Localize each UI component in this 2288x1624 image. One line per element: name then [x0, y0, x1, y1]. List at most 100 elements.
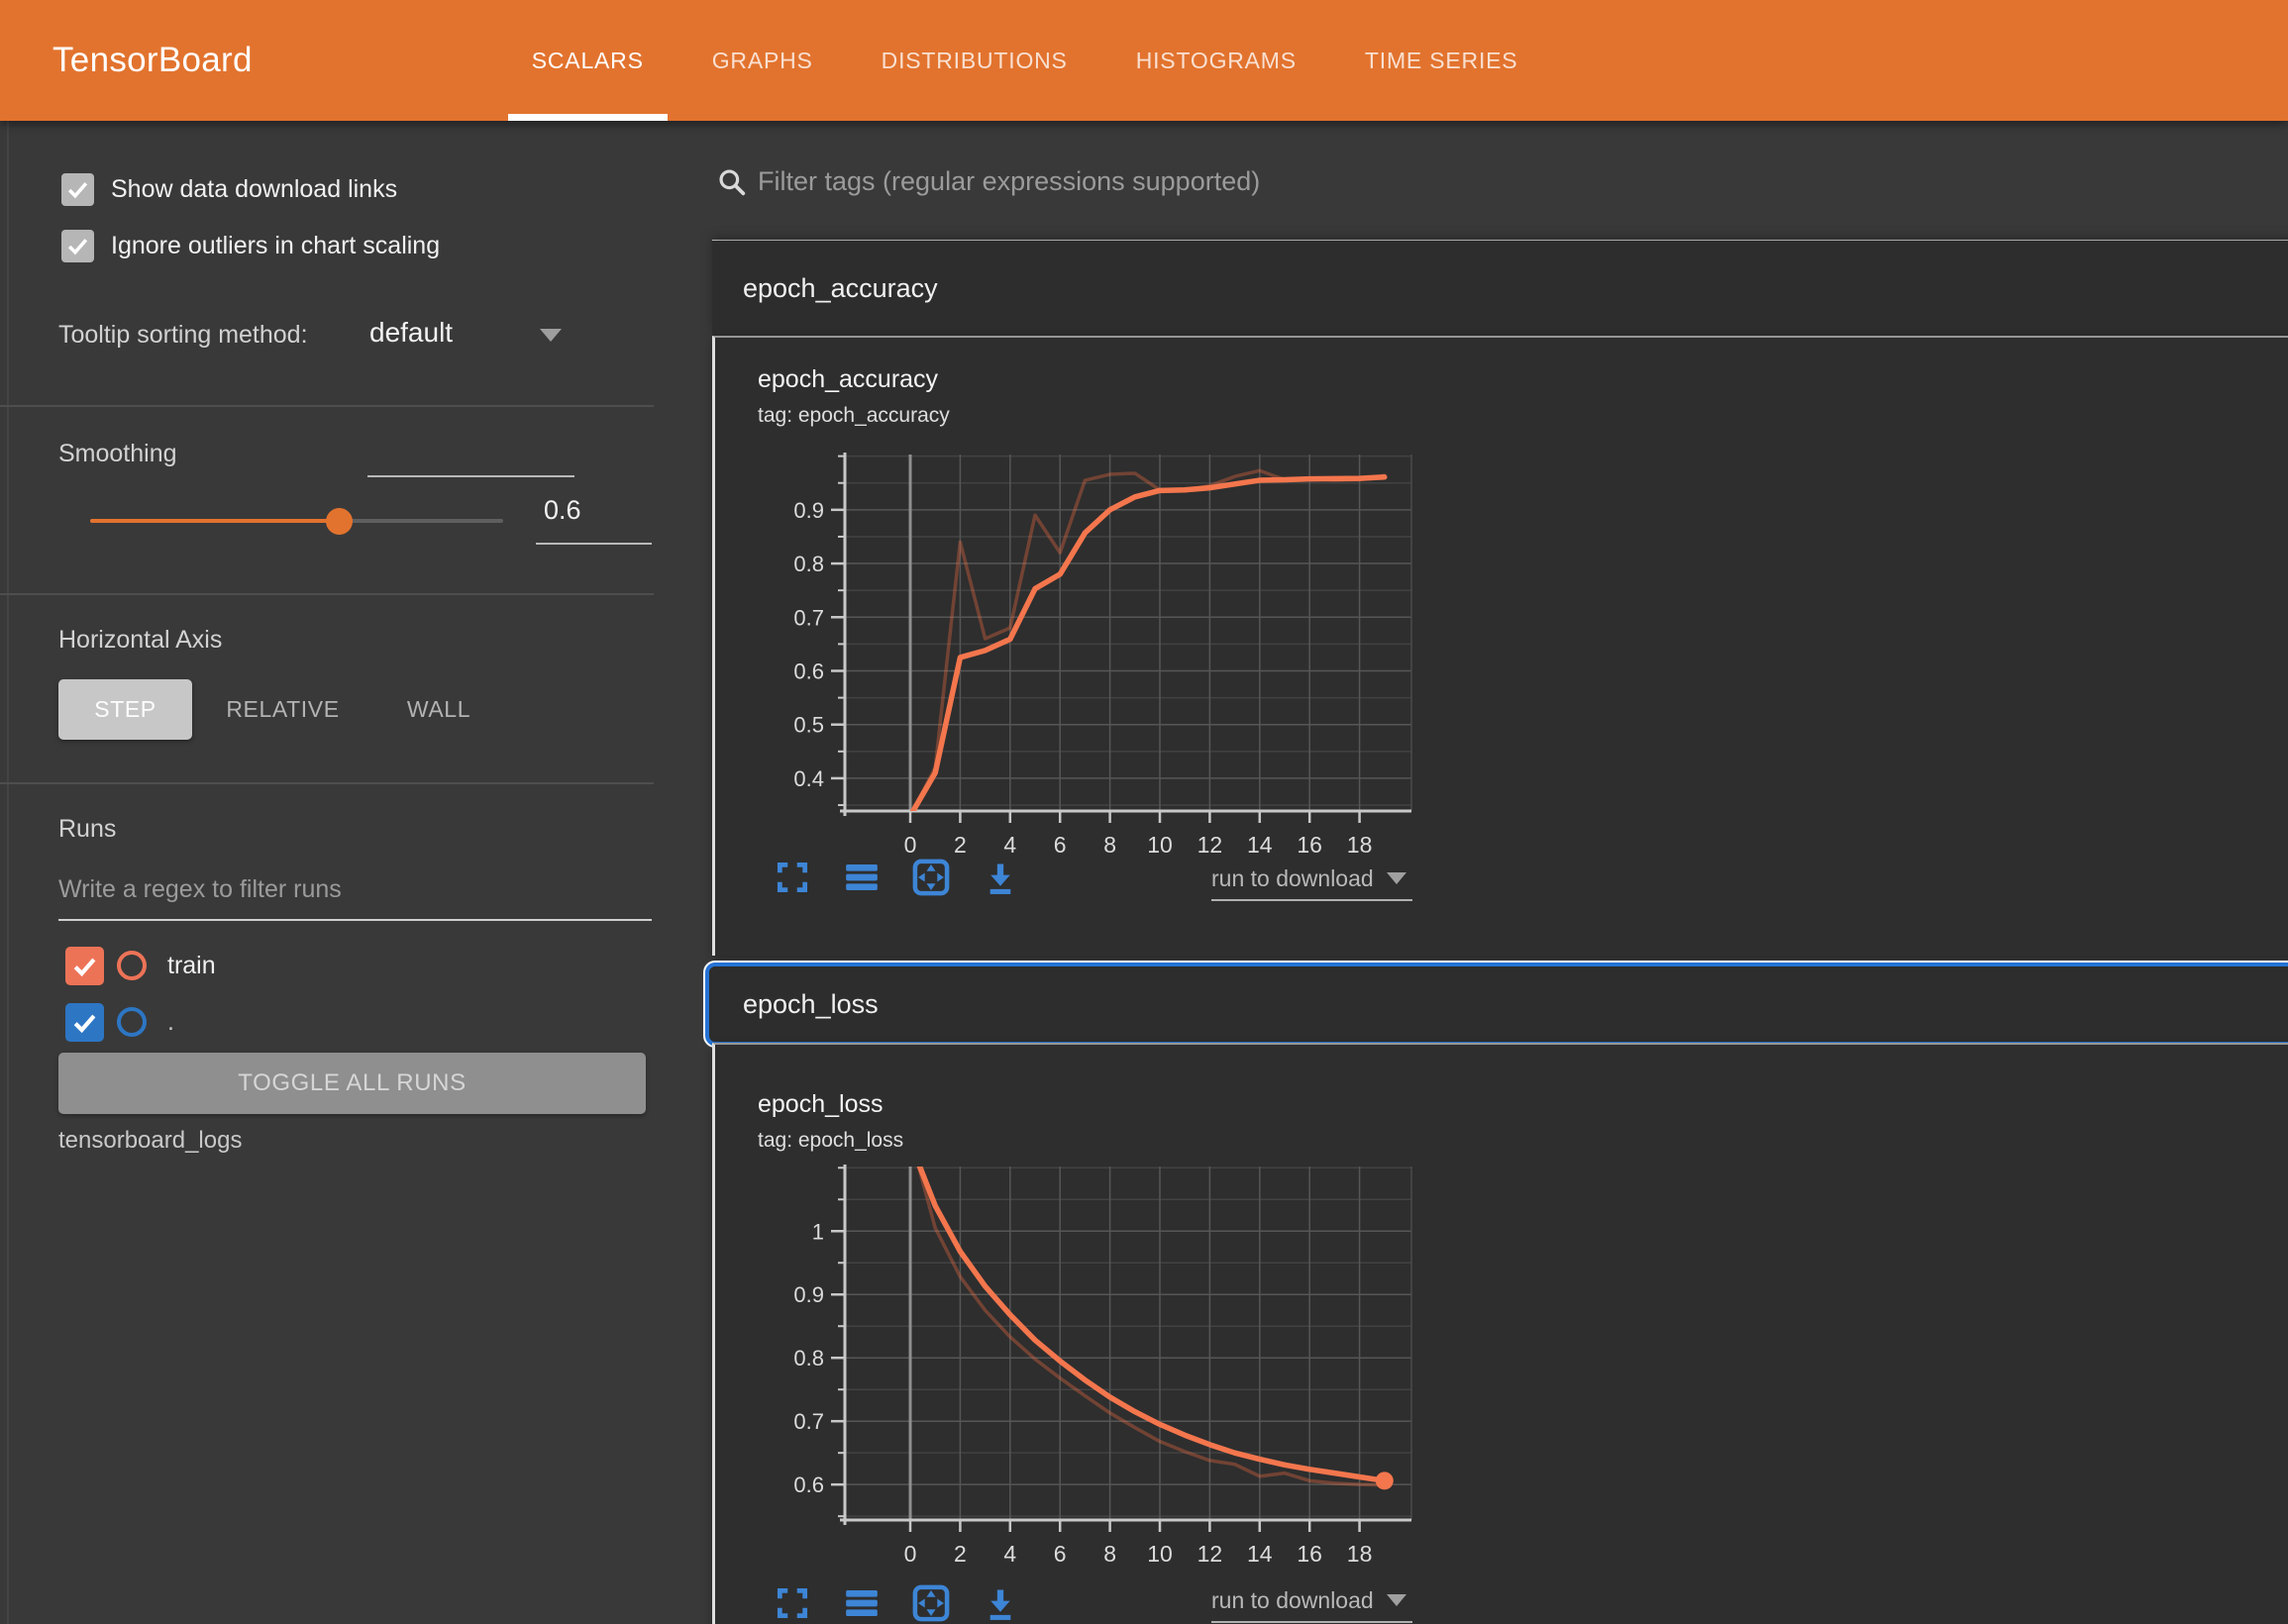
epoch-loss-chart[interactable]: 0.60.70.80.91024681012141618: [785, 1151, 1429, 1580]
svg-text:0.5: 0.5: [793, 713, 824, 738]
checkmark-icon: [69, 1009, 100, 1037]
run-to-download-label: run to download: [1211, 865, 1374, 892]
tag-filter-input[interactable]: [758, 158, 2144, 204]
axis-wall-button[interactable]: WALL: [379, 679, 498, 740]
svg-text:6: 6: [1054, 1541, 1067, 1567]
sidebar-edge: [7, 121, 9, 1624]
horizontal-axis-label: Horizontal Axis: [58, 626, 222, 655]
divider: [0, 593, 654, 595]
svg-text:0: 0: [904, 832, 917, 858]
svg-text:2: 2: [954, 1541, 967, 1567]
svg-text:1: 1: [812, 1219, 824, 1244]
smoothing-slider-fill: [90, 519, 339, 523]
sidebar: Show data download links Ignore outliers…: [0, 121, 654, 1624]
runs-filter-underline: [58, 919, 652, 921]
svg-text:12: 12: [1197, 1541, 1223, 1567]
expand-icon[interactable]: [771, 856, 814, 899]
chart-tag: tag: epoch_loss: [758, 1129, 903, 1153]
svg-text:14: 14: [1247, 1541, 1273, 1567]
checkmark-icon: [69, 953, 100, 980]
checkmark-icon: [64, 177, 91, 202]
axis-relative-button[interactable]: RELATIVE: [211, 679, 355, 740]
run-to-download-select[interactable]: run to download: [1211, 1579, 1412, 1623]
smoothing-slider-thumb[interactable]: [326, 508, 353, 535]
runs-label: Runs: [58, 815, 116, 844]
chart-toolbar: [771, 856, 1022, 899]
toggle-all-runs-button[interactable]: TOGGLE ALL RUNS: [58, 1053, 646, 1114]
svg-text:0.7: 0.7: [793, 605, 824, 630]
run-train-label: train: [167, 952, 216, 980]
expand-icon[interactable]: [771, 1581, 814, 1624]
run-train-checkbox[interactable]: [65, 947, 104, 985]
run-to-download-select[interactable]: run to download: [1211, 858, 1412, 901]
tab-distributions[interactable]: DISTRIBUTIONS: [858, 0, 1092, 121]
svg-text:8: 8: [1103, 832, 1116, 858]
data-table-icon[interactable]: [840, 856, 884, 899]
svg-text:4: 4: [1003, 1541, 1016, 1567]
chart-toolbar: [771, 1581, 1022, 1624]
nav-tabs: SCALARS GRAPHS DISTRIBUTIONS HISTOGRAMS …: [508, 0, 1563, 121]
svg-text:16: 16: [1297, 1541, 1322, 1567]
run-dot-checkbox[interactable]: [65, 1003, 104, 1042]
svg-text:16: 16: [1297, 832, 1322, 858]
svg-text:0.9: 0.9: [793, 1282, 824, 1307]
svg-text:0.6: 0.6: [793, 1472, 824, 1497]
chevron-down-icon[interactable]: [540, 329, 562, 342]
svg-text:4: 4: [1003, 832, 1016, 858]
tab-time-series[interactable]: TIME SERIES: [1341, 0, 1542, 121]
download-icon[interactable]: [979, 856, 1022, 899]
svg-text:0.9: 0.9: [793, 498, 824, 523]
smoothing-value-input[interactable]: 0.6: [544, 495, 581, 526]
chevron-down-icon: [1387, 872, 1406, 884]
svg-text:18: 18: [1347, 832, 1373, 858]
download-icon[interactable]: [979, 1581, 1022, 1624]
section-title: epoch_accuracy: [743, 273, 938, 304]
run-dot-color-swatch[interactable]: [117, 1007, 147, 1037]
runs-filter-input[interactable]: [58, 875, 613, 904]
svg-text:10: 10: [1147, 832, 1173, 858]
tooltip-sorting-select[interactable]: default: [369, 317, 453, 349]
svg-text:6: 6: [1054, 832, 1067, 858]
tooltip-select-underline: [367, 475, 574, 477]
tab-histograms[interactable]: HISTOGRAMS: [1112, 0, 1320, 121]
tag-filter-row: [712, 149, 2288, 214]
svg-text:0.8: 0.8: [793, 552, 824, 576]
data-table-icon[interactable]: [840, 1581, 884, 1624]
chart-tag: tag: epoch_accuracy: [758, 404, 950, 428]
run-dot-label: .: [167, 1008, 174, 1037]
svg-text:2: 2: [954, 832, 967, 858]
main-content: epoch_accuracy epoch_accuracy tag: epoch…: [712, 121, 2288, 1624]
show-data-download-links-label: Show data download links: [111, 175, 397, 204]
divider: [0, 782, 654, 784]
show-data-download-links-checkbox[interactable]: [61, 173, 94, 206]
fit-domain-icon[interactable]: [909, 856, 953, 899]
run-to-download-label: run to download: [1211, 1587, 1374, 1614]
tab-scalars[interactable]: SCALARS: [508, 0, 668, 121]
section-title: epoch_loss: [743, 989, 879, 1020]
section-header-epoch-accuracy[interactable]: epoch_accuracy: [712, 241, 2288, 336]
tooltip-sorting-label: Tooltip sorting method:: [58, 321, 308, 350]
chart-title: epoch_loss: [758, 1090, 883, 1119]
epoch-accuracy-chart[interactable]: 0.40.50.60.70.80.9024681012141618: [785, 438, 1429, 863]
svg-text:18: 18: [1347, 1541, 1373, 1567]
run-train-color-swatch[interactable]: [117, 951, 147, 980]
fit-domain-icon[interactable]: [909, 1581, 953, 1624]
section-header-epoch-loss[interactable]: epoch_loss: [705, 963, 2288, 1046]
smoothing-value-underline: [536, 543, 652, 545]
logdir-label: tensorboard_logs: [58, 1127, 242, 1155]
svg-text:10: 10: [1147, 1541, 1173, 1567]
chevron-down-icon: [1387, 1594, 1406, 1606]
checkmark-icon: [64, 234, 91, 258]
ignore-outliers-label: Ignore outliers in chart scaling: [111, 232, 440, 260]
section-content-epoch-accuracy: epoch_accuracy tag: epoch_accuracy 0.40.…: [712, 336, 2288, 956]
svg-text:0.6: 0.6: [793, 659, 824, 683]
tab-graphs[interactable]: GRAPHS: [688, 0, 837, 121]
axis-step-button[interactable]: STEP: [58, 679, 192, 740]
svg-text:0: 0: [904, 1541, 917, 1567]
svg-text:14: 14: [1247, 832, 1273, 858]
ignore-outliers-checkbox[interactable]: [61, 230, 94, 262]
svg-text:0.8: 0.8: [793, 1346, 824, 1370]
search-icon: [716, 166, 748, 198]
app-logo: TensorBoard: [52, 41, 253, 80]
app-header: TensorBoard SCALARS GRAPHS DISTRIBUTIONS…: [0, 0, 2288, 121]
